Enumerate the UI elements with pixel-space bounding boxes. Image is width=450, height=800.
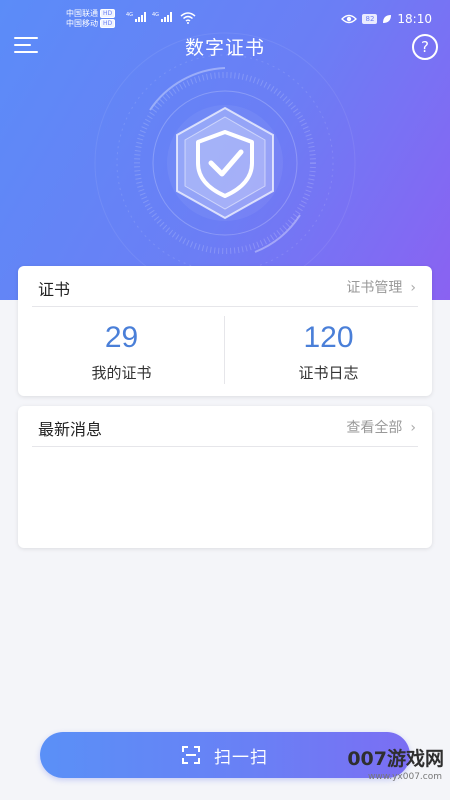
help-button[interactable]: ? <box>412 34 438 60</box>
certificate-log-label: 证书日志 <box>298 364 359 382</box>
status-bar: 中国联通 HD 中国移动 HD 4G 4G 82 18:10 <box>0 0 450 32</box>
certificate-card: 证书 证书管理 › 29 我的证书 120 证书日志 <box>18 266 432 396</box>
scan-frame-icon <box>182 746 200 764</box>
my-certificates-stat[interactable]: 29 我的证书 <box>18 320 225 383</box>
certificate-log-stat[interactable]: 120 证书日志 <box>225 320 432 383</box>
certificate-log-count: 120 <box>303 321 354 354</box>
scan-button-label: 扫一扫 <box>214 747 268 768</box>
carrier-2: 中国移动 <box>66 19 98 28</box>
certificate-card-header: 证书 证书管理 › <box>18 266 432 306</box>
status-right: 82 18:10 <box>341 12 432 26</box>
battery-indicator: 82 <box>362 14 378 24</box>
carrier-1: 中国联通 <box>66 9 98 18</box>
signal-icon: 4G <box>126 12 147 22</box>
certificate-card-title: 证书 <box>38 280 71 299</box>
clock: 18:10 <box>397 12 432 26</box>
carrier-info: 中国联通 HD 中国移动 HD <box>66 9 116 29</box>
leaf-icon <box>383 15 392 23</box>
watermark-url: www.yx007.com <box>367 772 442 782</box>
network-type: 4G <box>152 12 160 18</box>
my-certificates-label: 我的证书 <box>91 364 152 382</box>
hd-badge: HD <box>100 9 116 18</box>
view-all-label: 查看全部 <box>346 420 403 436</box>
news-card-header: 最新消息 查看全部 › <box>18 406 432 446</box>
signal-icon: 4G <box>152 12 173 22</box>
news-card-title: 最新消息 <box>38 420 103 439</box>
page-title: 数字证书 <box>184 37 265 59</box>
hd-badge: HD <box>100 19 116 28</box>
header-banner: 中国联通 HD 中国移动 HD 4G 4G 82 18:10 数字证书 ? <box>0 0 450 300</box>
chevron-right-icon: › <box>410 280 416 296</box>
my-certificates-count: 29 <box>104 321 139 354</box>
watermark-logo: 007游戏网 <box>347 748 444 770</box>
divider <box>32 306 418 307</box>
question-circle-icon: ? <box>421 38 429 56</box>
divider <box>32 446 418 447</box>
certificate-manage-label: 证书管理 <box>346 280 403 296</box>
network-type: 4G <box>126 12 134 18</box>
certificate-manage-link[interactable]: 证书管理 › <box>346 277 416 297</box>
wifi-icon <box>180 12 196 24</box>
view-all-link[interactable]: 查看全部 › <box>346 417 416 437</box>
news-card: 最新消息 查看全部 › <box>18 406 432 548</box>
eye-icon <box>341 14 358 24</box>
chevron-right-icon: › <box>410 420 416 436</box>
